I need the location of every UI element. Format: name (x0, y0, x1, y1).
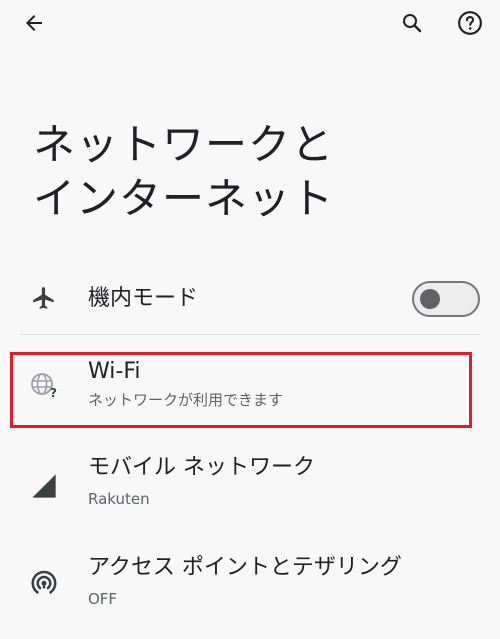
search-icon (403, 14, 422, 33)
mobile-network-status: Rakuten (88, 490, 150, 508)
mobile-network-label: モバイル ネットワーク (88, 455, 315, 480)
wifi-label: Wi-Fi (88, 359, 141, 384)
page-title: ネットワークと インターネット (33, 120, 335, 223)
wifi-status: ネットワークが利用できます (88, 391, 284, 409)
hotspot-tethering-label: アクセス ポイントとテザリング (88, 555, 402, 580)
back-button[interactable] (14, 3, 54, 43)
airplane-icon (26, 280, 62, 316)
hotspot-tethering-status: OFF (88, 590, 118, 608)
search-button[interactable] (392, 3, 432, 43)
help-button[interactable] (450, 3, 490, 43)
airplane-mode-toggle[interactable] (412, 281, 480, 317)
airplane-mode-label: 機内モード (88, 286, 199, 311)
hotspot-icon (26, 564, 62, 600)
hotspot-tethering-row[interactable]: アクセス ポイントとテザリング OFF (0, 552, 500, 622)
airplane-mode-row[interactable]: 機内モード (0, 276, 500, 332)
wifi-question-globe-icon: ? (26, 368, 62, 404)
wifi-row[interactable]: ? Wi-Fi ネットワークが利用できます (0, 354, 500, 426)
mobile-network-row[interactable]: モバイル ネットワーク Rakuten (0, 452, 500, 522)
signal-triangle-icon (26, 468, 62, 504)
arrow-left-icon (26, 15, 42, 31)
top-app-bar (0, 0, 500, 48)
settings-screen: ネットワークと インターネット 機内モード ? Wi-Fi ネットワークが利用で… (0, 0, 500, 639)
divider (20, 334, 480, 335)
svg-text:?: ? (50, 386, 57, 400)
toggle-knob (420, 289, 440, 309)
help-circle-icon (458, 11, 482, 35)
